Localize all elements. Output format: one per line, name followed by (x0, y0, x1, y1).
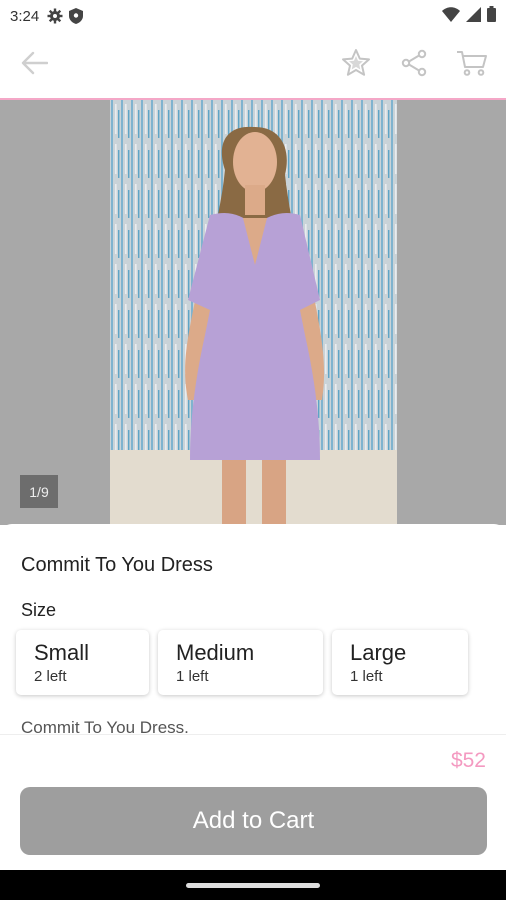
product-price: $52 (450, 749, 486, 772)
size-name: Medium (176, 640, 255, 665)
signal-icon (466, 6, 481, 26)
size-stock: 1 left (176, 668, 209, 685)
back-button[interactable] (14, 45, 54, 85)
battery-icon (487, 6, 496, 26)
product-photo (110, 100, 397, 525)
size-label: Size (21, 600, 57, 620)
back-arrow-icon (20, 51, 49, 80)
cart-icon (456, 49, 488, 82)
gear-icon (47, 8, 63, 24)
add-to-cart-button[interactable]: Add to Cart (20, 787, 487, 855)
footer-divider (0, 734, 506, 735)
image-counter: 1/9 (20, 475, 58, 508)
size-option-small[interactable]: Small 2 left (16, 630, 149, 695)
app-bar (0, 32, 506, 98)
product-title: Commit To You Dress (21, 554, 213, 576)
system-nav-bar (0, 870, 506, 900)
size-name: Small (34, 640, 90, 665)
cart-button-top[interactable] (452, 45, 492, 85)
status-bar: 3:24 (0, 0, 506, 32)
shield-icon (69, 8, 84, 24)
size-options: Small 2 left Medium 1 left Large 1 left (16, 630, 468, 695)
size-option-large[interactable]: Large 1 left (332, 630, 468, 695)
wifi-icon (442, 6, 460, 26)
description-fade (0, 734, 506, 764)
size-stock: 2 left (34, 668, 67, 685)
size-name: Large (350, 640, 407, 665)
home-gesture-handle[interactable] (186, 882, 320, 888)
product-image-gallery[interactable] (0, 100, 506, 525)
size-stock: 1 left (350, 668, 383, 685)
share-button[interactable] (394, 45, 434, 85)
star-icon (341, 48, 371, 83)
status-time: 3:24 (10, 7, 40, 25)
product-details-sheet: Commit To You Dress Size Small 2 left Me… (0, 524, 506, 870)
share-icon (400, 49, 428, 82)
size-option-medium[interactable]: Medium 1 left (158, 630, 323, 695)
favorite-button[interactable] (336, 45, 376, 85)
